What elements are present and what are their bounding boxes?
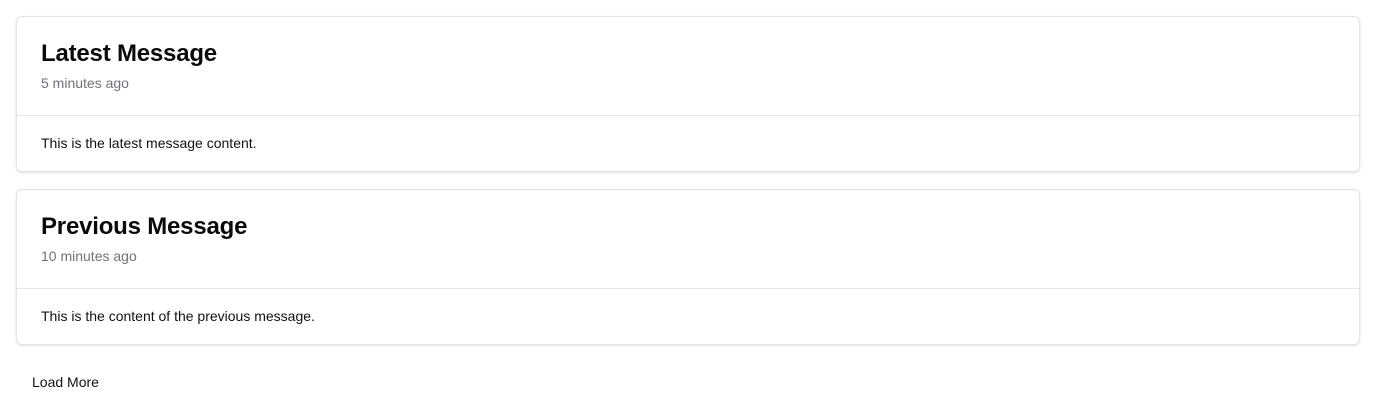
message-title: Latest Message: [41, 40, 217, 67]
message-card-header: Previous Message 10 minutes ago: [17, 190, 1359, 289]
message-feed: Latest Message 5 minutes ago This is the…: [16, 16, 1360, 362]
message-timestamp: 10 minutes ago: [41, 248, 137, 264]
message-card-header: Latest Message 5 minutes ago: [17, 17, 1359, 116]
message-content: This is the latest message content.: [41, 135, 257, 151]
load-more-button[interactable]: Load More: [16, 362, 115, 402]
message-title: Previous Message: [41, 213, 248, 240]
message-card-latest: Latest Message 5 minutes ago This is the…: [16, 16, 1360, 172]
message-card-previous: Previous Message 10 minutes ago This is …: [16, 189, 1360, 345]
message-content: This is the content of the previous mess…: [41, 308, 315, 324]
message-timestamp: 5 minutes ago: [41, 75, 129, 91]
